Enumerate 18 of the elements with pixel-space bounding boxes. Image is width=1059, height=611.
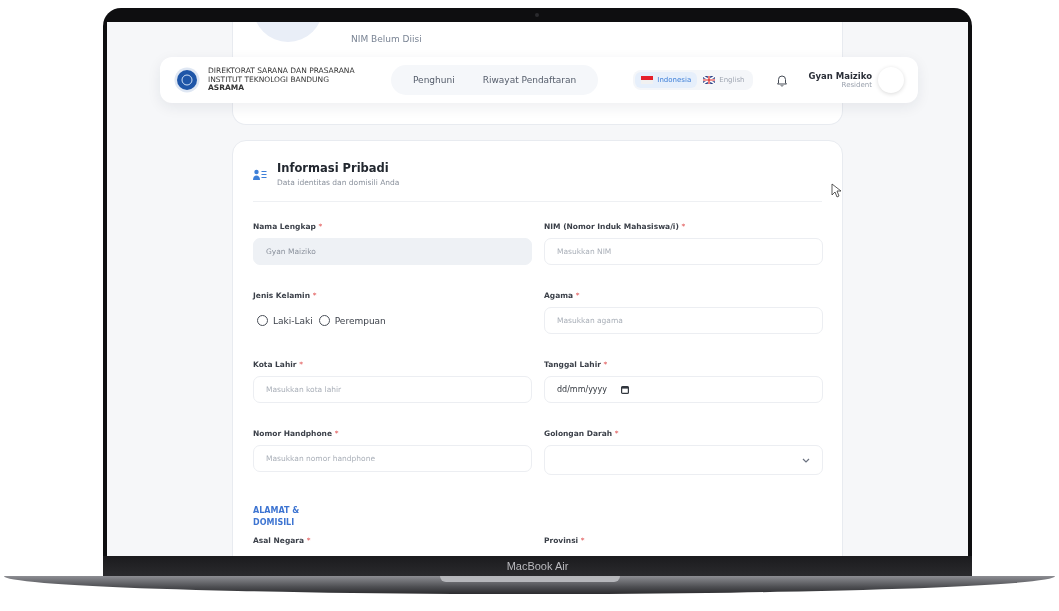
user-name: Gyan Maiziko [808,71,872,81]
date-field[interactable]: dd/mm/yyyy [544,376,823,403]
nim-status: NIM Belum Diisi [351,34,422,44]
notification-bell-icon[interactable] [774,73,789,87]
laptop-model-label: MacBook Air [506,560,569,572]
logo-icon [174,67,200,93]
section-title: Informasi Pribadi [277,161,390,175]
flag-icon [703,76,716,84]
chevron-down-icon [802,457,810,463]
user-list-icon [253,169,267,181]
radio-option[interactable]: Perempuan [318,315,386,326]
select-field[interactable] [544,445,823,475]
calendar-icon [621,385,630,394]
radio-option[interactable]: Laki-Laki [257,315,313,326]
nav-link[interactable]: Riwayat Pendaftaran [470,69,589,91]
section-heading: ALAMAT & DOMISILI [253,505,301,530]
nav-link[interactable]: Penghuni [401,69,467,91]
flag-icon [641,76,654,84]
